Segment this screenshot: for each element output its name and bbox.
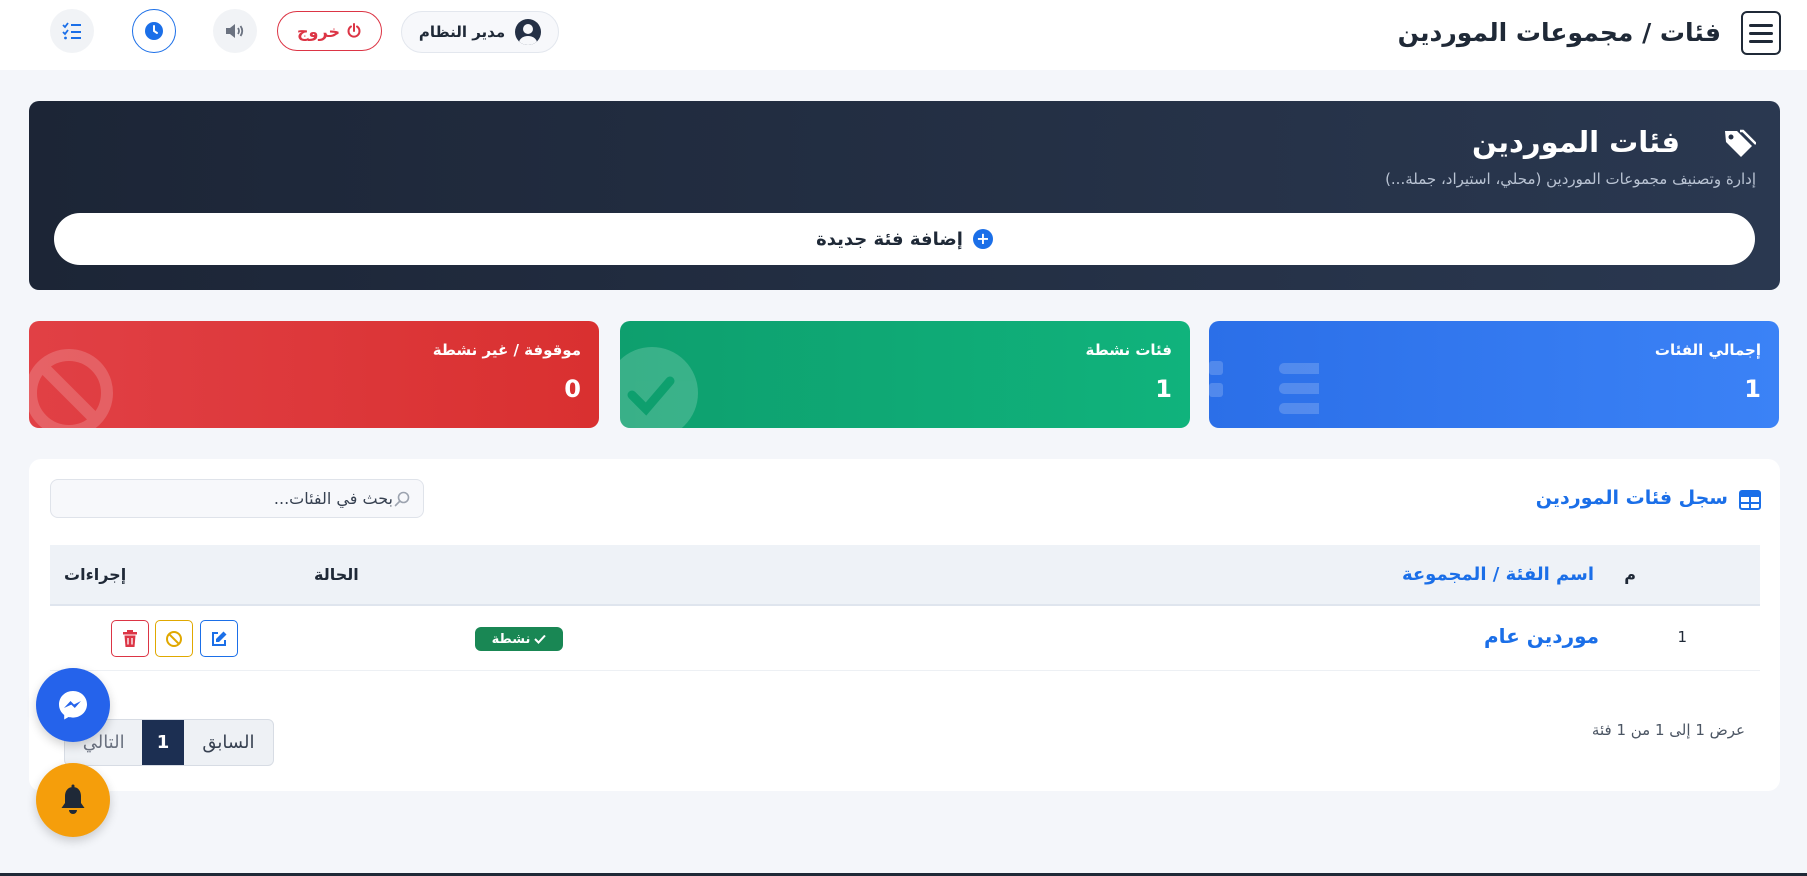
plus-circle-icon: + <box>972 229 993 249</box>
notifications-button[interactable] <box>36 763 110 837</box>
hero-banner: فئات الموردين إدارة وتصنيف مجموعات المور… <box>29 101 1780 290</box>
table-icon <box>1739 490 1761 510</box>
stat-active-value: 1 <box>1155 375 1172 403</box>
power-icon <box>347 23 361 38</box>
messenger-icon <box>59 691 87 720</box>
row-category-name[interactable]: موردين عام <box>1484 624 1599 648</box>
stat-stopped-value: 0 <box>564 375 581 403</box>
stat-total-label: إجمالي الفئات <box>1654 341 1761 359</box>
clock-icon <box>145 22 163 40</box>
row-num: 1 <box>1677 628 1687 646</box>
pagination-info: عرض 1 إلى 1 من 1 فئة <box>1591 721 1745 739</box>
stat-total-value: 1 <box>1744 375 1761 403</box>
stat-card-active: فئات نشطة 1 <box>620 321 1190 428</box>
messenger-button[interactable] <box>36 668 110 742</box>
column-header-name[interactable]: اسم الفئة / المجموعة <box>1402 564 1594 585</box>
edit-button[interactable] <box>200 620 238 657</box>
add-category-button[interactable]: + إضافة فئة جديدة <box>54 213 1755 265</box>
page-title: فئات / مجموعات الموردين <box>1397 18 1721 47</box>
hamburger-menu-icon[interactable] <box>1741 11 1781 55</box>
check-circle-icon <box>620 347 698 428</box>
stat-card-total: إجمالي الفئات 1 <box>1209 321 1779 428</box>
deactivate-button[interactable] <box>155 620 193 657</box>
logout-label: خروج <box>297 21 340 41</box>
ban-icon <box>166 630 182 647</box>
logout-button[interactable]: خروج <box>277 11 382 51</box>
hero-title: فئات الموردين <box>1472 125 1680 159</box>
ban-icon <box>29 349 113 428</box>
column-header-status: الحالة <box>314 565 359 584</box>
delete-button[interactable] <box>111 620 149 657</box>
trash-icon <box>123 629 137 647</box>
stat-active-label: فئات نشطة <box>1085 341 1172 359</box>
categories-table-card: سجل فئات الموردين م اسم الفئة / المجموعة… <box>29 459 1780 791</box>
list-icon <box>1209 361 1319 414</box>
table-header: م اسم الفئة / المجموعة الحالة إجراءات <box>50 545 1760 606</box>
tasks-button[interactable] <box>50 9 94 53</box>
user-circle-icon <box>515 19 542 45</box>
user-menu-button[interactable]: مدير النظام <box>401 11 559 53</box>
table-card-title: سجل فئات الموردين <box>1535 487 1728 509</box>
tags-icon <box>1725 129 1756 157</box>
list-check-icon <box>62 22 81 40</box>
speaker-icon <box>226 24 244 38</box>
add-category-label: إضافة فئة جديدة <box>816 228 963 250</box>
edit-icon <box>212 631 227 646</box>
pagination-prev[interactable]: السابق <box>184 720 273 765</box>
stat-stopped-label: موقوفة / غير نشطة <box>432 341 581 359</box>
sound-toggle-button[interactable] <box>213 9 257 53</box>
pagination-page-1[interactable]: 1 <box>142 720 184 765</box>
column-header-num: م <box>1624 565 1636 584</box>
stat-card-stopped: موقوفة / غير نشطة 0 <box>29 321 599 428</box>
user-label: مدير النظام <box>418 23 506 41</box>
table-row: 1 موردين عام نشطة <box>50 606 1760 671</box>
top-bar: فئات / مجموعات الموردين مدير النظام خروج <box>0 0 1807 70</box>
hero-subtitle: إدارة وتصنيف مجموعات الموردين (محلي، است… <box>1385 170 1756 188</box>
search-icon <box>394 491 410 507</box>
column-header-actions: إجراءات <box>64 565 127 584</box>
status-badge: نشطة <box>475 627 563 651</box>
search-input[interactable] <box>50 479 424 518</box>
check-icon <box>534 634 547 644</box>
status-badge-label: نشطة <box>491 631 531 647</box>
bell-icon <box>61 784 85 814</box>
clock-button[interactable] <box>132 9 176 53</box>
